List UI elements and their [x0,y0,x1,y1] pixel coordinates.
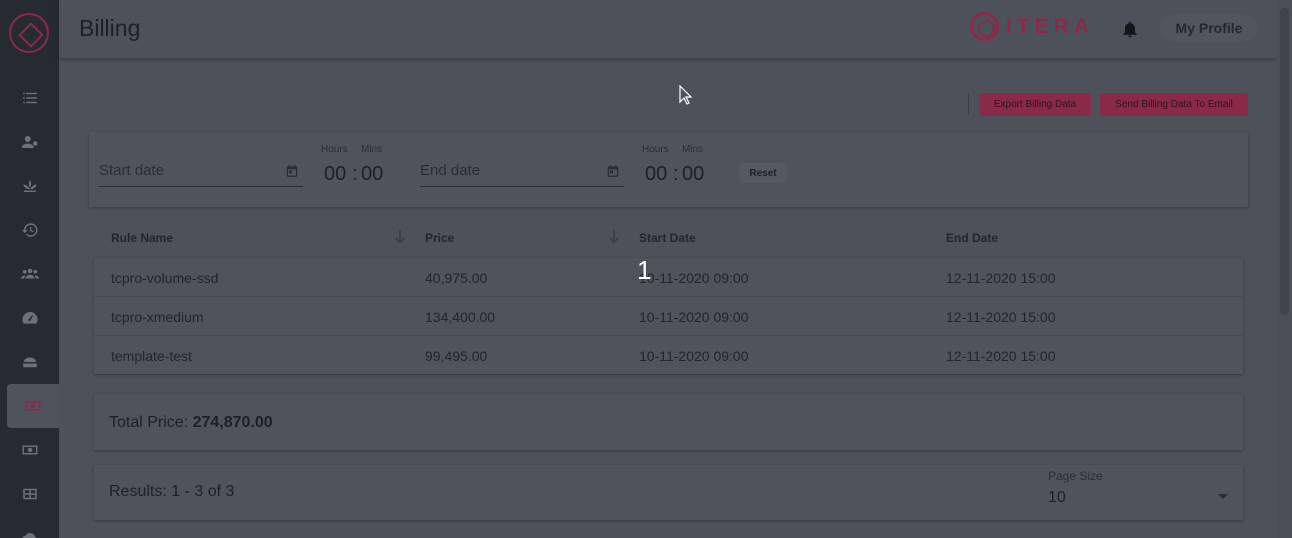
sort-arrow-down-icon[interactable] [394,230,406,244]
lotus-icon [22,180,37,192]
price-cell: 40,975.00 [425,270,488,286]
send-billing-data-email-button[interactable]: Send Billing Data To Email [1100,93,1248,116]
end-date-cell: 12-11-2020 15:00 [946,270,1056,286]
rule-name-cell: tcpro-volume-ssd [111,270,219,286]
start-date-placeholder: Start date [99,162,165,179]
table-row[interactable]: tcpro-xmedium 134,400.00 10-11-2020 09:0… [94,297,1243,336]
end-date-placeholder: End date [420,162,481,179]
sidebar-item-history[interactable] [0,208,59,252]
start-time-separator: : [352,163,358,185]
price-cell: 134,400.00 [425,309,496,325]
start-date-cell: 10-11-2020 09:00 [639,270,749,286]
table-row[interactable]: tcpro-volume-ssd 40,975.00 10-11-2020 09… [94,258,1243,297]
sidebar-item-billing[interactable] [7,384,59,428]
sidebar-item-money[interactable] [0,428,59,472]
total-price-label: Total Price: [109,414,189,431]
scrollbar-thumb[interactable] [1280,8,1289,315]
brand-name: ITERA [1006,14,1094,38]
results-count: Results: 1 - 3 of 3 [109,483,235,500]
total-price-card: Total Price: 274,870.00 [94,394,1243,450]
start-mins-input[interactable]: 00 [361,163,383,186]
sidebar-item-lotus[interactable] [0,164,59,208]
my-profile-button[interactable]: My Profile [1160,14,1258,42]
mouse-cursor-icon [679,85,693,105]
page-scrollbar[interactable] [1277,0,1292,538]
page-size-select[interactable]: 10 [1048,487,1228,509]
sidebar-item-grid[interactable] [0,472,59,516]
sidebar [0,0,59,538]
page-size-label: Page Size [1048,469,1103,483]
end-hours-label: Hours [642,144,669,155]
start-date-cell: 10-11-2020 09:00 [639,348,749,364]
chevron-down-icon[interactable] [1218,494,1228,499]
end-date-cell: 12-11-2020 15:00 [946,309,1056,325]
start-date-field[interactable]: Start date [99,162,303,187]
rule-name-cell: template-test [111,348,192,364]
billing-icon [25,401,41,411]
page-title: Billing [79,15,141,41]
billing-table: tcpro-volume-ssd 40,975.00 10-11-2020 09… [94,258,1243,374]
end-mins-label: Mins [682,144,704,155]
sidebar-item-list[interactable] [0,76,59,120]
column-header-rule-name[interactable]: Rule Name [111,231,173,245]
brand-logo: ITERA [970,12,1094,41]
sort-arrow-down-icon[interactable] [608,230,620,244]
sidebar-item-group[interactable] [0,252,59,296]
column-header-price[interactable]: Price [425,231,454,245]
money-icon [22,445,37,455]
export-billing-data-button[interactable]: Export Billing Data [979,93,1091,116]
cloud-icon [21,533,37,538]
server-icon [22,357,37,368]
users-key-icon [21,136,37,148]
calendar-icon[interactable] [606,164,620,178]
table-row[interactable]: template-test 99,495.00 10-11-2020 09:00… [94,336,1243,375]
rule-name-cell: tcpro-xmedium [111,309,204,325]
end-date-cell: 12-11-2020 15:00 [946,348,1056,364]
end-date-field[interactable]: End date [420,162,624,187]
page-size-value: 10 [1048,489,1066,506]
itera-logo-icon [970,12,999,41]
grid-icon [22,488,37,500]
end-mins-input[interactable]: 00 [682,163,704,186]
start-date-cell: 10-11-2020 09:00 [639,309,749,325]
total-price: Total Price: 274,870.00 [109,414,273,432]
start-hours-input[interactable]: 00 [324,163,346,186]
total-price-value: 274,870.00 [192,414,273,431]
app-logo-icon[interactable] [9,13,49,53]
column-header-start-date[interactable]: Start Date [639,231,696,245]
group-icon [20,268,39,279]
notifications-bell-icon[interactable] [1120,19,1140,39]
price-cell: 99,495.00 [425,348,488,364]
column-header-end-date[interactable]: End Date [946,231,998,245]
top-header: Billing ITERA My Profile [59,0,1277,58]
dashboard-icon [22,311,38,324]
end-hours-input[interactable]: 00 [645,163,667,186]
sidebar-item-dashboard[interactable] [0,296,59,340]
calendar-icon[interactable] [285,164,299,178]
sidebar-item-server[interactable] [0,340,59,384]
end-time-separator: : [673,163,679,185]
reset-button[interactable]: Reset [739,163,787,183]
date-filter-card: Start date Hours Mins 00 : 00 End date H… [89,132,1248,207]
sidebar-item-users-key[interactable] [0,120,59,164]
start-hours-label: Hours [321,144,348,155]
list-icon [22,92,37,104]
start-mins-label: Mins [361,144,383,155]
pagination-card: Results: 1 - 3 of 3 Page Size 10 [94,465,1243,520]
toolbar-divider [968,93,969,115]
history-icon [21,223,37,237]
step-number-label: 1 [637,255,652,285]
sidebar-item-cloud[interactable] [0,516,59,538]
